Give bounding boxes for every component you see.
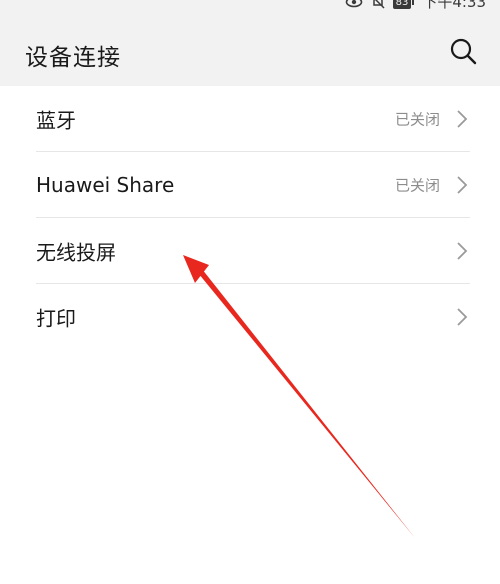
list-item-print[interactable]: 打印 xyxy=(0,284,500,350)
page-title: 设备连接 xyxy=(25,45,121,71)
status-time: 下午4:33 xyxy=(422,0,486,11)
app-bar: 设备连接 xyxy=(0,14,500,86)
settings-list: 蓝牙 已关闭 Huawei Share 已关闭 无线投屏 打印 xyxy=(0,86,500,350)
list-item-label: 打印 xyxy=(36,306,76,331)
list-item-label: Huawei Share xyxy=(36,173,175,197)
chevron-right-icon xyxy=(457,176,468,194)
battery-icon: 83 xyxy=(392,0,415,9)
chevron-right-icon xyxy=(457,242,468,260)
chevron-right-icon xyxy=(457,110,468,128)
chevron-right-icon xyxy=(457,308,468,326)
search-icon xyxy=(450,38,477,65)
list-item-label: 无线投屏 xyxy=(36,240,116,265)
eye-icon xyxy=(345,0,362,8)
battery-level: 83 xyxy=(392,0,412,9)
status-value: 已关闭 xyxy=(394,110,440,129)
list-item-label: 蓝牙 xyxy=(36,108,76,133)
list-item-bluetooth[interactable]: 蓝牙 已关闭 xyxy=(0,86,500,152)
bell-off-icon xyxy=(372,0,385,9)
search-button[interactable] xyxy=(448,36,478,66)
status-value: 已关闭 xyxy=(394,176,440,195)
list-item-wireless-projection[interactable]: 无线投屏 xyxy=(0,218,500,284)
list-item-huawei-share[interactable]: Huawei Share 已关闭 xyxy=(0,152,500,218)
settings-screen: 83 下午4:33 设备连接 蓝牙 已关闭 Huawei Share 已关闭 无… xyxy=(0,0,500,584)
status-bar: 83 下午4:33 xyxy=(0,0,500,14)
status-icons: 83 下午4:33 xyxy=(345,0,486,10)
